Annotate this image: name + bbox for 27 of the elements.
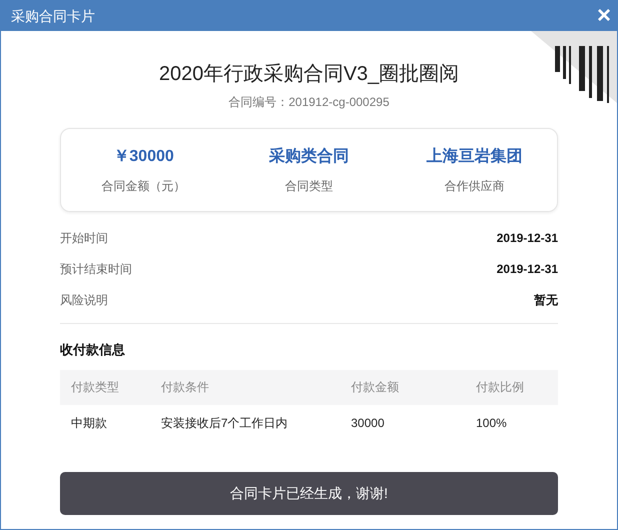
summary-value: 上海亘岩集团 xyxy=(426,146,522,167)
detail-label: 开始时间 xyxy=(60,230,108,246)
column-header: 付款类型 xyxy=(60,370,150,404)
table-cell: 中期款 xyxy=(60,404,150,440)
detail-value: 2019-12-31 xyxy=(496,260,558,278)
contract-title: 2020年行政采购合同V3_圈批圈阅 xyxy=(158,62,460,87)
confirm-button[interactable]: 合同卡片已经生成，谢谢! xyxy=(60,472,558,514)
summary-value: 采购类合同 xyxy=(268,146,349,167)
detail-value: 2019-12-31 xyxy=(496,230,558,246)
window-title: 采购合同卡片 xyxy=(11,6,95,26)
column-header: 付款条件 xyxy=(150,370,340,404)
contract-number-label: 合同编号： xyxy=(228,94,289,111)
table-cell: 100% xyxy=(465,404,558,440)
summary-value: ￥30000 xyxy=(113,147,174,167)
detail-label: 预计结束时间 xyxy=(60,260,132,278)
table-cell: 30000 xyxy=(340,404,465,440)
summary-label: 合作供应商 xyxy=(444,178,504,195)
close-button[interactable]: × xyxy=(596,4,611,28)
section-heading: 收付款信息 xyxy=(60,341,126,359)
column-header: 付款金额 xyxy=(340,370,465,404)
summary-label: 合同类型 xyxy=(284,178,333,195)
detail-value: 暂无 xyxy=(534,292,558,308)
summary-label: 合同金额（元） xyxy=(102,178,186,195)
contract-number: 201912-cg-000295 xyxy=(288,94,390,111)
table-cell: 安装接收后7个工作日内 xyxy=(150,404,340,440)
detail-label: 风险说明 xyxy=(60,292,108,308)
column-header: 付款比例 xyxy=(465,370,558,404)
